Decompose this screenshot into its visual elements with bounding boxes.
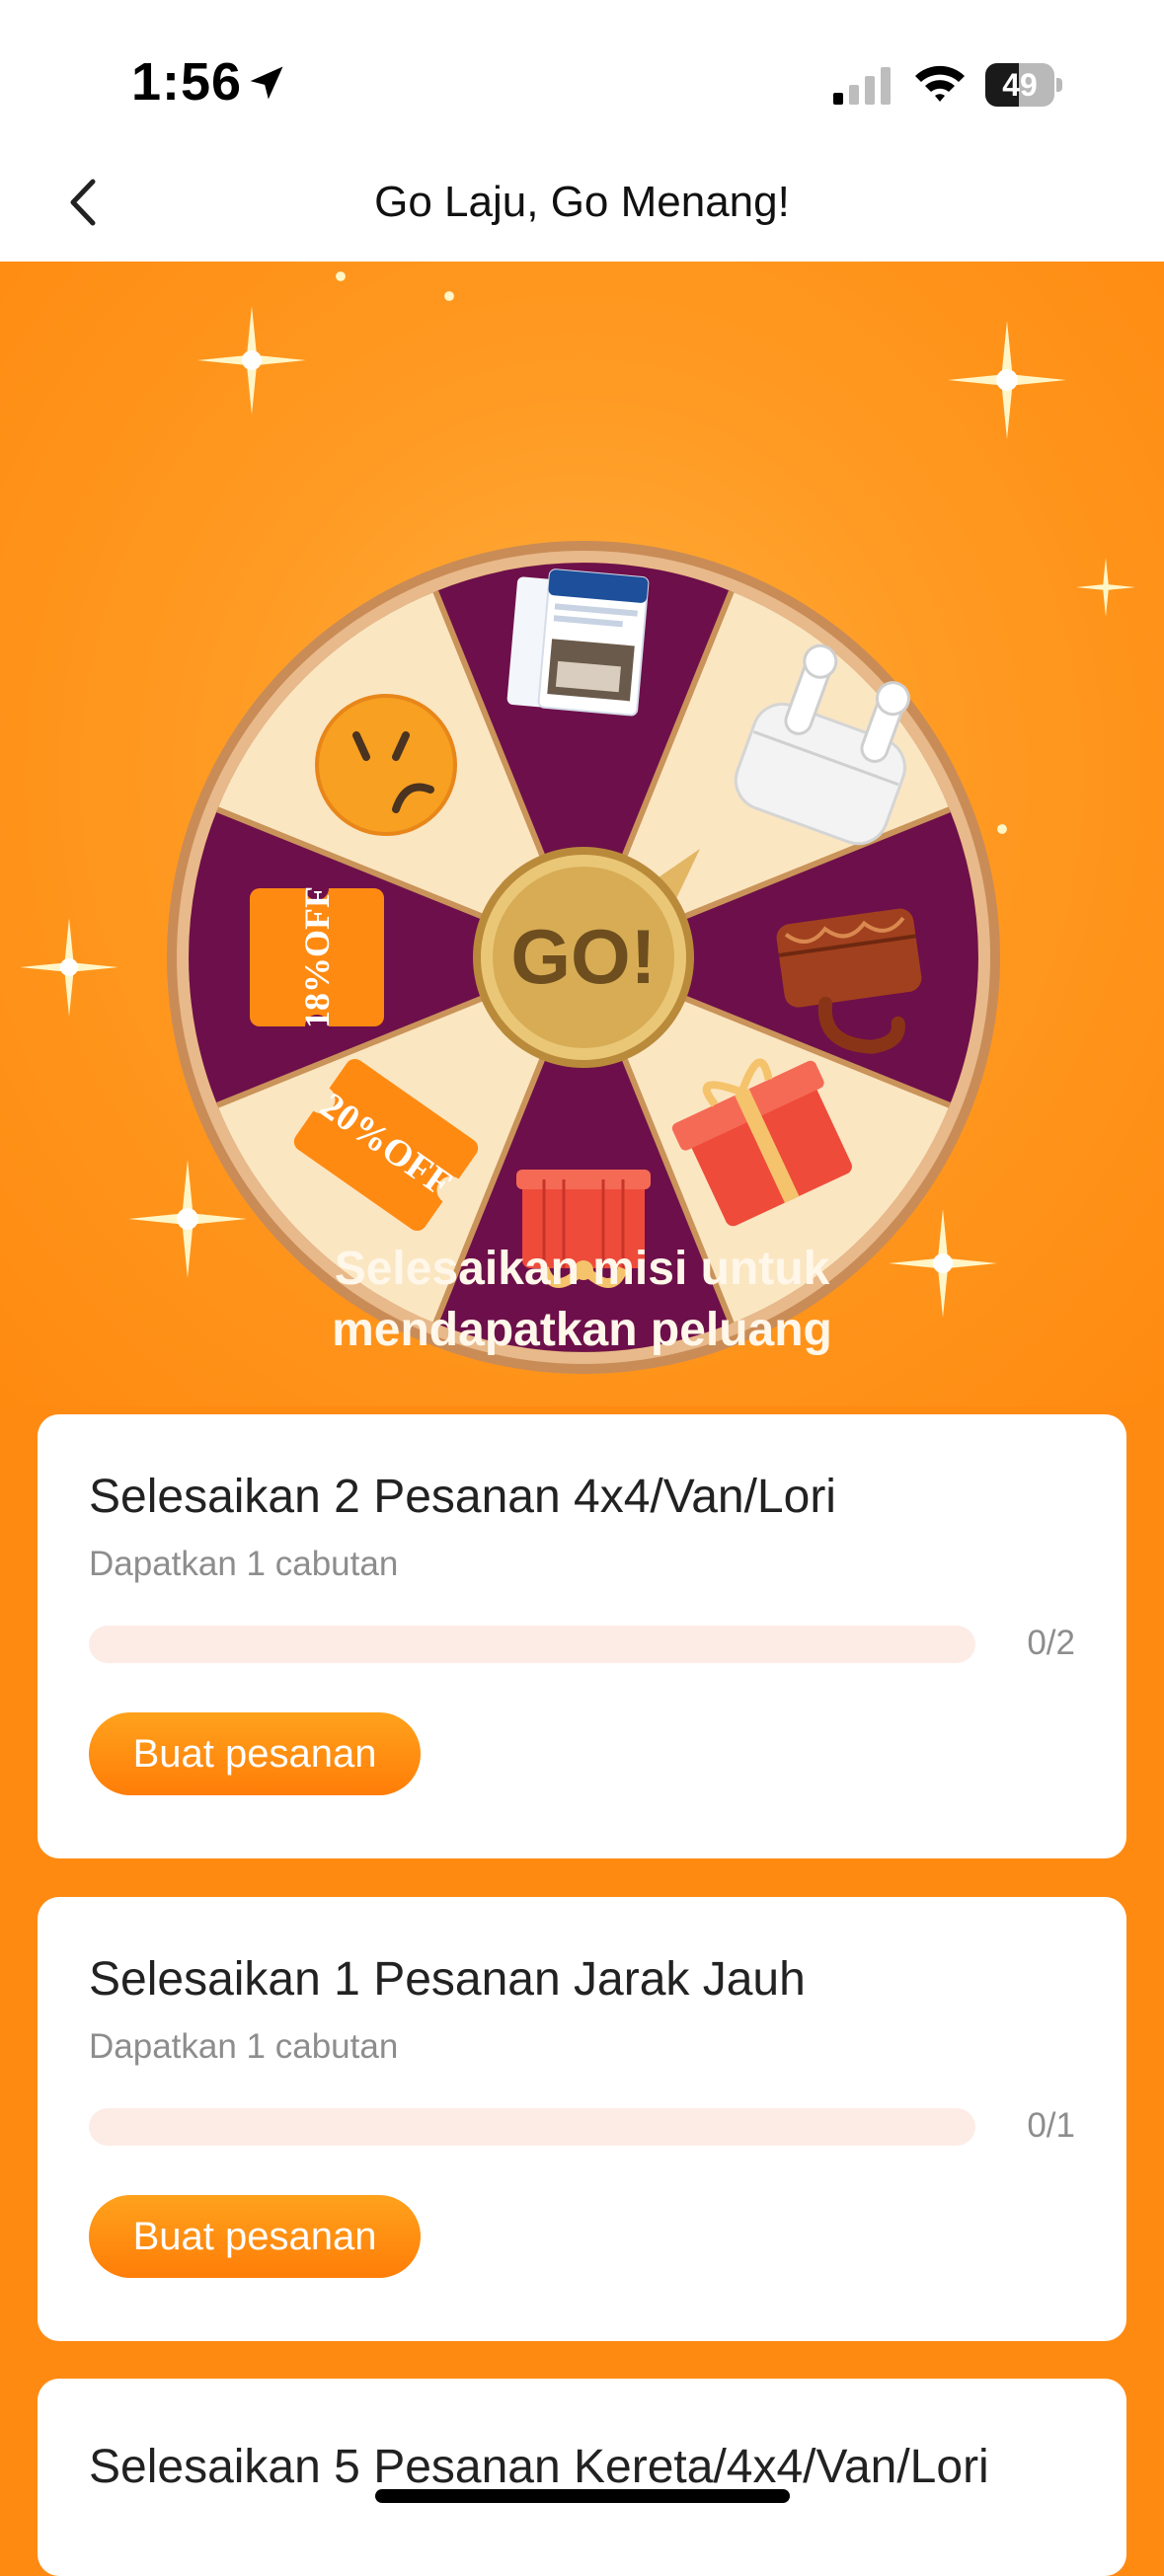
spin-wheel-hero: 20%OFF 18%OFF GO! Selesaikan misi untuk [0, 262, 1164, 1406]
mission-heading-line1: Selesaikan misi untuk [334, 1243, 830, 1295]
status-bar: 1:56 49 [0, 0, 1164, 148]
mission-progress-bar [89, 2108, 975, 2146]
mission-card: Selesaikan 2 Pesanan 4x4/Van/Lori Dapatk… [38, 1414, 1126, 1858]
mission-subtitle: Dapatkan 1 cabutan [89, 1545, 399, 1583]
sparkle-icon [1076, 558, 1135, 617]
cellular-signal-icon [833, 67, 891, 105]
mission-progress-count: 0/1 [1027, 2106, 1075, 2145]
voucher-18-label: 18%OFF [297, 886, 337, 1028]
mission-progress-count: 0/2 [1027, 1624, 1075, 1662]
make-order-button[interactable]: Buat pesanan [89, 2195, 421, 2278]
mission-card: Selesaikan 1 Pesanan Jarak Jauh Dapatkan… [38, 1897, 1126, 2341]
sparkle-icon [948, 321, 1066, 439]
make-order-button[interactable]: Buat pesanan [89, 1712, 421, 1795]
sparkle-icon [444, 291, 454, 301]
nav-bar: Go Laju, Go Menang! [0, 148, 1164, 262]
location-arrow-icon [250, 66, 283, 100]
battery-icon: 49 [985, 63, 1062, 107]
status-time: 1:56 [131, 52, 243, 112]
mission-card: Selesaikan 5 Pesanan Kereta/4x4/Van/Lori [38, 2379, 1126, 2576]
voucher-18-icon: 18%OFF [250, 876, 384, 1038]
flight-ticket-icon [506, 568, 650, 717]
go-label: GO! [510, 913, 656, 1000]
sparkle-icon [336, 271, 346, 281]
mission-subtitle: Dapatkan 1 cabutan [89, 2027, 399, 2066]
wifi-icon [915, 65, 965, 102]
mission-title: Selesaikan 1 Pesanan Jarak Jauh [89, 1953, 806, 2006]
page-title: Go Laju, Go Menang! [374, 178, 790, 226]
sad-face-icon [315, 694, 457, 836]
battery-level: 49 [1002, 67, 1038, 103]
mission-title: Selesaikan 2 Pesanan 4x4/Van/Lori [89, 1471, 836, 1523]
mission-heading: Selesaikan misi untuk mendapatkan peluan… [0, 1239, 1164, 1361]
home-indicator [375, 2489, 790, 2503]
mission-title: Selesaikan 5 Pesanan Kereta/4x4/Van/Lori [89, 2441, 989, 2493]
sparkle-icon [20, 918, 118, 1017]
sparkle-icon [197, 306, 306, 415]
mission-progress-bar [89, 1626, 975, 1663]
mission-heading-line2: mendapatkan peluang [332, 1304, 832, 1356]
